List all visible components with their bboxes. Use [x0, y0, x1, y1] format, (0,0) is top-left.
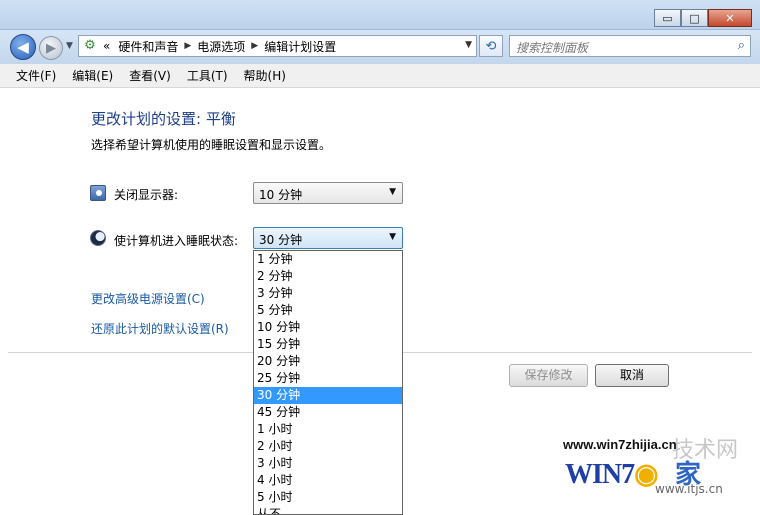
sleep-option[interactable]: 10 分钟: [254, 319, 402, 336]
sleep-option[interactable]: 4 小时: [254, 472, 402, 489]
watermark-url: www.win7zhijia.cn: [563, 437, 677, 452]
breadcrumb-separator-icon[interactable]: ▶: [251, 41, 258, 51]
breadcrumb-separator-icon[interactable]: ▶: [184, 41, 191, 51]
address-bar[interactable]: ⚙ « 硬件和声音 ▶ 电源选项 ▶ 编辑计划设置 ▼: [78, 35, 477, 57]
sleep-value: 30 分钟: [259, 233, 303, 247]
menu-edit[interactable]: 编辑(E): [64, 67, 121, 84]
display-off-value: 10 分钟: [259, 188, 303, 202]
refresh-button[interactable]: ⟲: [479, 35, 503, 57]
page-title: 更改计划的设置: 平衡: [91, 110, 236, 128]
maximize-button[interactable]: □: [681, 9, 708, 27]
search-placeholder: 搜索控制面板: [516, 41, 589, 55]
back-button[interactable]: ◀: [10, 34, 36, 60]
breadcrumb-hardware-sound[interactable]: 硬件和声音: [118, 38, 178, 55]
page-subtitle: 选择希望计算机使用的睡眠设置和显示设置。: [91, 138, 332, 152]
sleep-option[interactable]: 15 分钟: [254, 336, 402, 353]
watermark-url-secondary: www.itjs.cn: [655, 482, 723, 496]
display-off-label: 关闭显示器:: [114, 188, 179, 202]
minimize-icon: ▭: [662, 11, 673, 25]
title-bar: ▭ □ ✕: [0, 0, 760, 30]
sleep-select[interactable]: 30 分钟 ▼: [253, 227, 403, 249]
breadcrumb-edit-plan[interactable]: 编辑计划设置: [264, 38, 336, 55]
watermark: 技术网 www.win7zhijia.cn WIN7◉ 家 www.itjs.c…: [560, 432, 756, 512]
sleep-option[interactable]: 2 小时: [254, 438, 402, 455]
sleep-option[interactable]: 30 分钟: [254, 387, 402, 404]
control-panel-icon: ⚙: [84, 38, 96, 53]
menu-tools[interactable]: 工具(T): [179, 67, 236, 84]
advanced-power-settings-link[interactable]: 更改高级电源设置(C): [91, 290, 205, 307]
sleep-option[interactable]: 3 分钟: [254, 285, 402, 302]
sleep-option[interactable]: 5 小时: [254, 489, 402, 506]
back-arrow-icon: ◀: [17, 38, 29, 56]
forward-button[interactable]: ▶: [39, 36, 63, 60]
sleep-option[interactable]: 25 分钟: [254, 370, 402, 387]
address-prefix[interactable]: «: [103, 39, 110, 53]
menu-view[interactable]: 查看(V): [121, 67, 179, 84]
sleep-option[interactable]: 5 分钟: [254, 302, 402, 319]
sleep-option[interactable]: 20 分钟: [254, 353, 402, 370]
menu-file[interactable]: 文件(F): [8, 67, 64, 84]
restore-defaults-link[interactable]: 还原此计划的默认设置(R): [91, 320, 229, 337]
chevron-down-icon: ▼: [389, 187, 396, 197]
chevron-down-icon: ▼: [389, 232, 396, 242]
close-button[interactable]: ✕: [708, 9, 752, 27]
sleep-options-list[interactable]: 1 分钟 2 分钟 3 分钟 5 分钟 10 分钟 15 分钟 20 分钟 25…: [253, 250, 403, 515]
cancel-button[interactable]: 取消: [595, 364, 669, 387]
search-icon[interactable]: ⌕: [738, 38, 745, 53]
save-changes-button[interactable]: 保存修改: [509, 364, 588, 387]
sleep-option[interactable]: 1 小时: [254, 421, 402, 438]
watermark-logo: WIN7◉: [565, 457, 659, 491]
navigation-bar: ◀ ▶ ▼ ⚙ « 硬件和声音 ▶ 电源选项 ▶ 编辑计划设置 ▼ ⟲ 搜索控制…: [0, 30, 760, 64]
menu-help[interactable]: 帮助(H): [236, 67, 294, 84]
moon-icon: [90, 230, 106, 246]
sleep-option[interactable]: 2 分钟: [254, 268, 402, 285]
watermark-logo-text: WIN7: [565, 459, 635, 490]
sleep-option[interactable]: 3 小时: [254, 455, 402, 472]
sleep-label: 使计算机进入睡眠状态:: [114, 234, 239, 248]
recent-pages-dropdown[interactable]: ▼: [66, 41, 73, 51]
search-input[interactable]: 搜索控制面板 ⌕: [509, 35, 751, 57]
close-icon: ✕: [725, 11, 735, 25]
display-off-select[interactable]: 10 分钟 ▼: [253, 182, 403, 204]
minimize-button[interactable]: ▭: [654, 9, 681, 27]
breadcrumb-power-options[interactable]: 电源选项: [197, 38, 245, 55]
forward-arrow-icon: ▶: [46, 40, 56, 56]
address-dropdown-icon[interactable]: ▼: [465, 40, 472, 50]
window-controls: ▭ □ ✕: [654, 9, 752, 27]
monitor-clock-icon: [90, 185, 106, 201]
menu-bar: 文件(F) 编辑(E) 查看(V) 工具(T) 帮助(H): [0, 64, 760, 88]
sleep-option[interactable]: 45 分钟: [254, 404, 402, 421]
sleep-option[interactable]: 1 分钟: [254, 251, 402, 268]
maximize-icon: □: [689, 11, 700, 25]
sleep-option[interactable]: 从不: [254, 506, 402, 514]
refresh-icon: ⟲: [485, 38, 497, 54]
